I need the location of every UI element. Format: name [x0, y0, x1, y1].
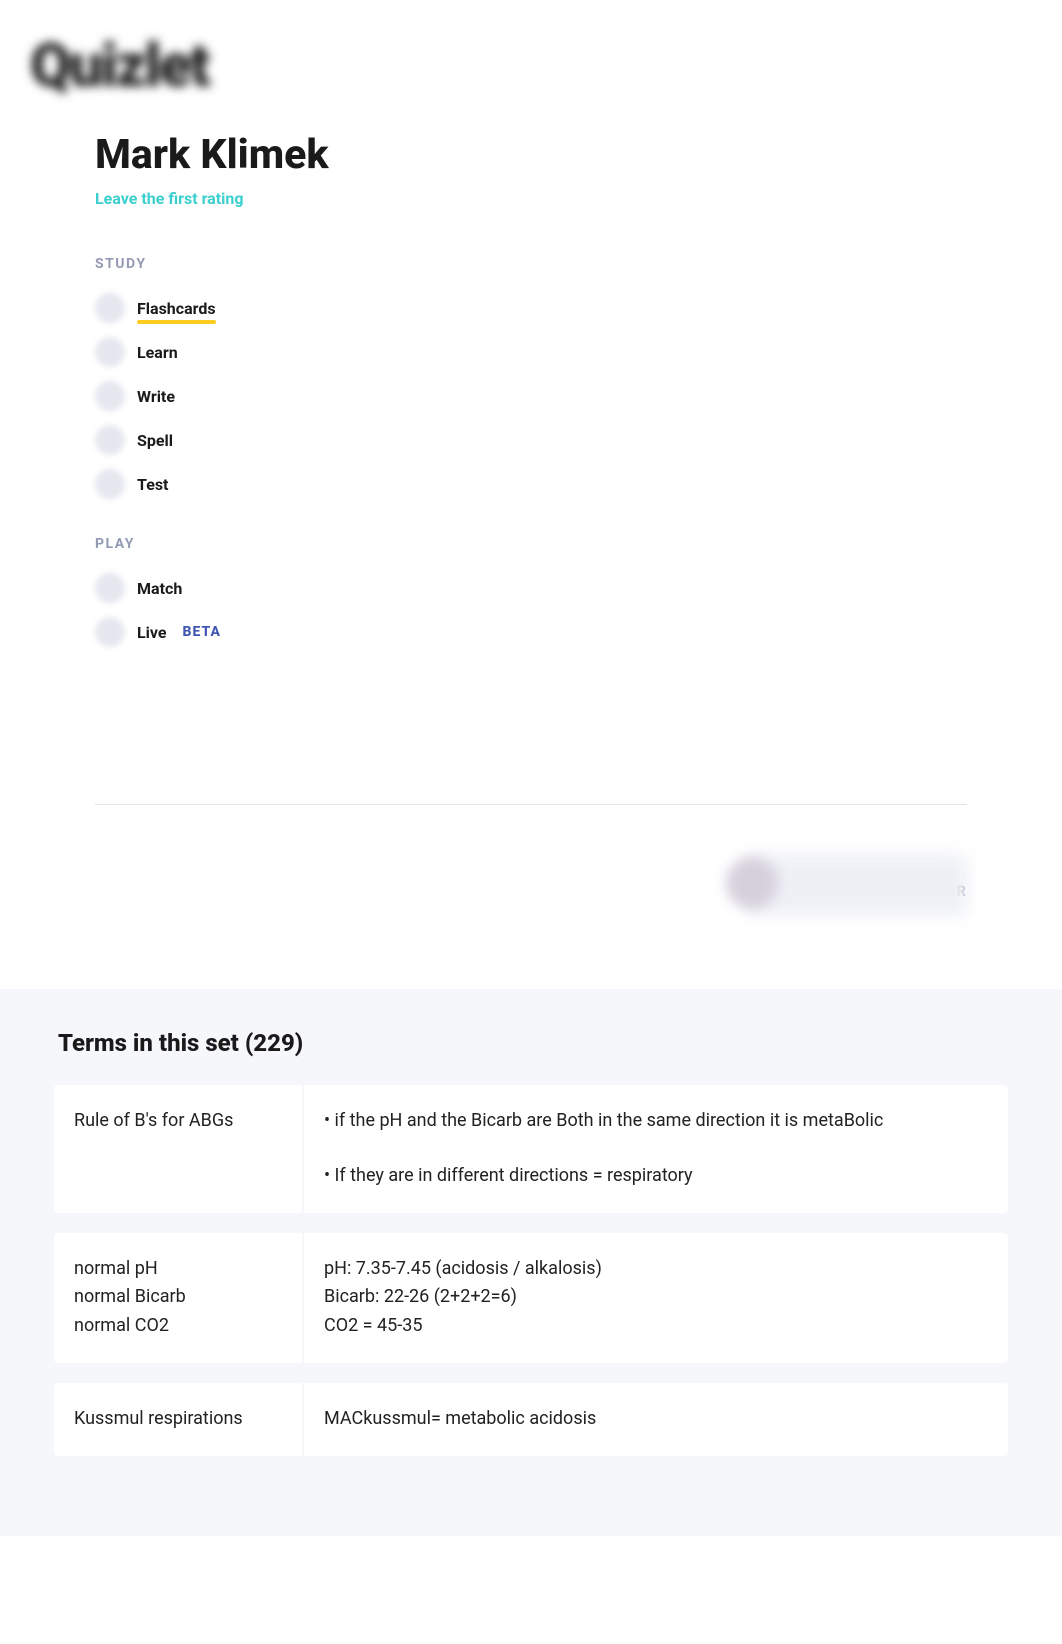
definition-text: • if the pH and the Bicarb are Both in t…	[304, 1085, 908, 1213]
term-text: Rule of B's for ABGs	[54, 1085, 304, 1213]
learn-icon	[95, 337, 125, 367]
mode-label: Write	[137, 387, 175, 406]
mode-learn[interactable]: Learn	[95, 330, 967, 374]
study-section-label: STUDY	[95, 256, 967, 272]
term-actions	[908, 1233, 1008, 1363]
mode-live[interactable]: Live BETA	[95, 610, 967, 654]
definition-text: MACkussmul= metabolic acidosis	[304, 1383, 908, 1456]
mode-label: Live	[137, 623, 167, 642]
mode-label: Test	[137, 475, 168, 494]
mode-test[interactable]: Test	[95, 462, 967, 506]
set-title: Mark Klimek	[95, 131, 967, 179]
study-mode-list: Flashcards Learn Write Spell Test	[95, 286, 967, 506]
mode-match[interactable]: Match	[95, 566, 967, 610]
quizlet-logo: Quizlet	[30, 30, 1062, 101]
term-actions	[908, 1085, 1008, 1213]
mode-write[interactable]: Write	[95, 374, 967, 418]
mode-flashcards[interactable]: Flashcards	[95, 286, 967, 330]
term-card[interactable]: normal pH normal Bicarb normal CO2 pH: 7…	[54, 1233, 1008, 1363]
mode-label: Spell	[137, 431, 173, 450]
term-text: Kussmul respirations	[54, 1383, 304, 1456]
spell-icon	[95, 425, 125, 455]
write-icon	[95, 381, 125, 411]
mode-label: Flashcards	[137, 299, 216, 318]
mode-label: Learn	[137, 343, 178, 362]
leave-rating-link[interactable]: Leave the first rating	[95, 189, 244, 208]
action-toolbar	[747, 855, 967, 915]
avatar	[726, 857, 778, 909]
beta-badge: BETA	[183, 624, 221, 640]
play-section-label: PLAY	[95, 536, 967, 552]
mode-label: Match	[137, 579, 182, 598]
term-card[interactable]: Rule of B's for ABGs • if the pH and the…	[54, 1085, 1008, 1213]
terms-section: Terms in this set (229) Rule of B's for …	[0, 989, 1062, 1536]
live-icon	[95, 617, 125, 647]
terms-heading: Terms in this set (229)	[54, 1029, 1008, 1057]
flashcards-icon	[95, 293, 125, 323]
play-mode-list: Match Live BETA	[95, 566, 967, 654]
match-icon	[95, 573, 125, 603]
definition-text: pH: 7.35-7.45 (acidosis / alkalosis) Bic…	[304, 1233, 908, 1363]
mode-spell[interactable]: Spell	[95, 418, 967, 462]
term-card[interactable]: Kussmul respirations MACkussmul= metabol…	[54, 1383, 1008, 1456]
test-icon	[95, 469, 125, 499]
term-text: normal pH normal Bicarb normal CO2	[54, 1233, 304, 1363]
term-actions	[908, 1383, 1008, 1456]
